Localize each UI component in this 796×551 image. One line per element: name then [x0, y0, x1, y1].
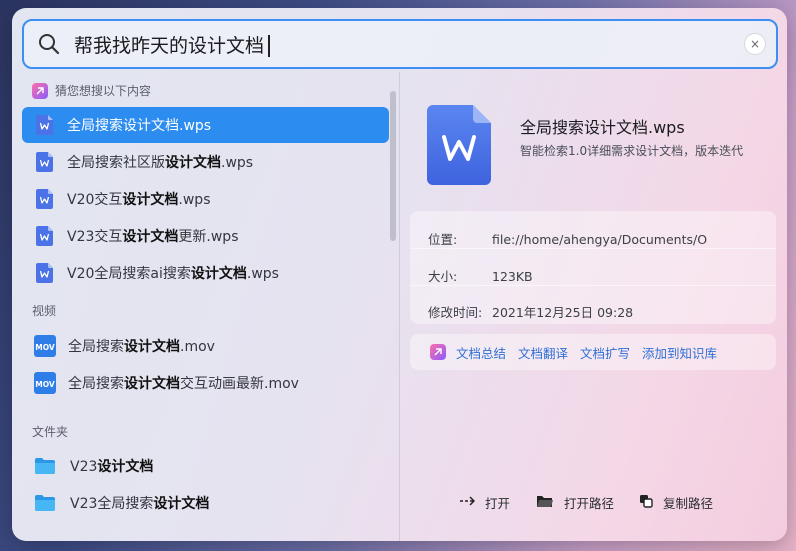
wps-doc-icon: [36, 189, 53, 209]
ai-assistant-icon: [32, 82, 48, 99]
label-highlight: 设计文档: [122, 229, 179, 245]
document-result-item-label: V23交互设计文档更新.wps: [67, 226, 239, 246]
preview-title: 全局搜索设计文档.wps: [520, 118, 685, 137]
location-value: file://home/ahengya/Documents/O: [492, 232, 708, 247]
label-text: 全局搜索: [68, 339, 124, 355]
expand-doc-button[interactable]: 文档扩写: [580, 343, 630, 362]
info-separator: [410, 285, 776, 286]
search-bar[interactable]: 帮我找昨天的设计文档 ×: [22, 19, 778, 69]
wps-doc-icon: [36, 115, 53, 135]
document-result-item-label: 全局搜索社区版设计文档.wps: [67, 152, 253, 172]
label-text: 全局搜索设计文档.wps: [67, 118, 212, 134]
modified-label: 修改时间:: [428, 305, 483, 320]
wps-doc-icon: [36, 152, 53, 172]
copy-path-label: 复制路径: [663, 496, 714, 511]
open-arrow-icon: [459, 495, 485, 510]
modified-value: 2021年12月25日 09:28: [492, 305, 634, 320]
file-info-card: 位置: file://home/ahengya/Documents/O 大小: 12…: [410, 211, 776, 324]
folder-result-item-label: V23设计文档: [70, 456, 153, 476]
ai-assistant-icon: [430, 344, 446, 360]
add-to-knowledge-base-button[interactable]: 添加到知识库: [642, 343, 717, 362]
label-text: 更新.wps: [178, 229, 239, 245]
label-text: .wps: [178, 192, 211, 208]
suggest-header: 猜您想搜以下内容: [32, 82, 151, 99]
document-result-item-label: 全局搜索设计文档.wps: [67, 115, 211, 135]
folder-result-item[interactable]: V23设计文档: [22, 448, 389, 484]
document-result-item[interactable]: V23交互设计文档更新.wps: [22, 218, 389, 254]
translate-doc-button[interactable]: 文档翻译: [518, 343, 568, 362]
size-label: 大小:: [428, 269, 458, 284]
location-row: 位置: file://home/ahengya/Documents/O: [428, 229, 707, 248]
preview-subtitle: 智能检索1.0详细需求设计文档，版本迭代: [520, 144, 744, 158]
search-icon: [38, 33, 60, 55]
svg-text:MOV: MOV: [35, 380, 55, 389]
label-highlight: 设计文档: [124, 339, 180, 355]
document-result-item-label: V20交互设计文档.wps: [67, 189, 211, 209]
wps-doc-icon: [36, 263, 53, 283]
label-text: .wps: [221, 155, 254, 171]
ai-actions-bar: 文档总结 文档翻译 文档扩写 添加到知识库: [410, 334, 776, 370]
document-result-item[interactable]: 全局搜索社区版设计文档.wps: [22, 144, 389, 180]
video-result-item[interactable]: MOV 全局搜索设计文档.mov: [22, 328, 389, 364]
label-text: 全局搜索社区版: [67, 155, 165, 171]
label-text: V20交互: [67, 192, 123, 208]
summarize-doc-button[interactable]: 文档总结: [456, 343, 506, 362]
open-path-button[interactable]: 打开路径: [536, 493, 614, 512]
size-value: 123KB: [492, 269, 533, 284]
video-result-item-label: 全局搜索设计文档.mov: [68, 336, 215, 356]
label-highlight: 设计文档: [97, 459, 154, 475]
video-result-item-label: 全局搜索设计文档交互动画最新.mov: [68, 373, 299, 393]
label-text: V20全局搜索ai搜索: [67, 266, 191, 282]
mov-video-icon: MOV: [34, 372, 56, 394]
svg-text:MOV: MOV: [35, 343, 55, 352]
text-caret: [268, 35, 270, 57]
label-text: .mov: [180, 339, 215, 355]
clear-search-button[interactable]: ×: [744, 33, 766, 55]
label-highlight: 设计文档: [190, 266, 247, 282]
document-result-item[interactable]: 全局搜索设计文档.wps: [22, 107, 389, 143]
open-button[interactable]: 打开: [459, 493, 510, 512]
label-text: .wps: [246, 266, 279, 282]
info-separator: [410, 248, 776, 249]
size-row: 大小: 123KB: [428, 266, 533, 285]
results-list: 猜您想搜以下内容 全局搜索设计文档.wps 全局搜索社区版设计文档.wps V20交…: [12, 74, 400, 541]
label-highlight: 设计文档: [124, 376, 180, 392]
document-result-item[interactable]: V20交互设计文档.wps: [22, 181, 389, 217]
copy-icon: [639, 494, 663, 511]
wps-document-preview-icon: [427, 105, 491, 185]
video-header: 视频: [32, 302, 56, 319]
label-text: 交互动画最新.mov: [180, 376, 299, 392]
copy-path-button[interactable]: 复制路径: [639, 493, 713, 512]
search-panel: 帮我找昨天的设计文档 × 猜您想搜以下内容 全局搜索设计文档.wps 全局搜索社区…: [12, 8, 787, 541]
location-label: 位置:: [428, 232, 458, 247]
label-text: 全局搜索: [68, 376, 124, 392]
video-header-label: 视频: [32, 304, 57, 318]
open-label: 打开: [485, 496, 511, 511]
label-text: V23交互: [67, 229, 123, 245]
label-highlight: 设计文档: [165, 155, 221, 171]
open-path-label: 打开路径: [564, 496, 615, 511]
results-scrollbar[interactable]: [390, 91, 396, 241]
folder-open-icon: [536, 494, 564, 511]
label-text: V23: [70, 459, 98, 475]
mov-video-icon: MOV: [34, 335, 56, 357]
document-result-item[interactable]: V20全局搜索ai搜索设计文档.wps: [22, 255, 389, 291]
wps-doc-icon: [36, 226, 53, 246]
label-highlight: 设计文档: [122, 192, 179, 208]
suggest-header-label: 猜您想搜以下内容: [55, 84, 152, 98]
modified-row: 修改时间: 2021年12月25日 09:28: [428, 302, 633, 321]
document-result-item-label: V20全局搜索ai搜索设计文档.wps: [67, 263, 279, 283]
folder-header-label: 文件夹: [32, 425, 69, 439]
video-result-item[interactable]: MOV 全局搜索设计文档交互动画最新.mov: [22, 365, 389, 401]
bottom-actions: 打开 打开路径 复制路径: [12, 493, 787, 513]
folder-header: 文件夹: [32, 423, 68, 440]
folder-icon: [34, 457, 56, 475]
search-input[interactable]: 帮我找昨天的设计文档: [74, 31, 270, 58]
